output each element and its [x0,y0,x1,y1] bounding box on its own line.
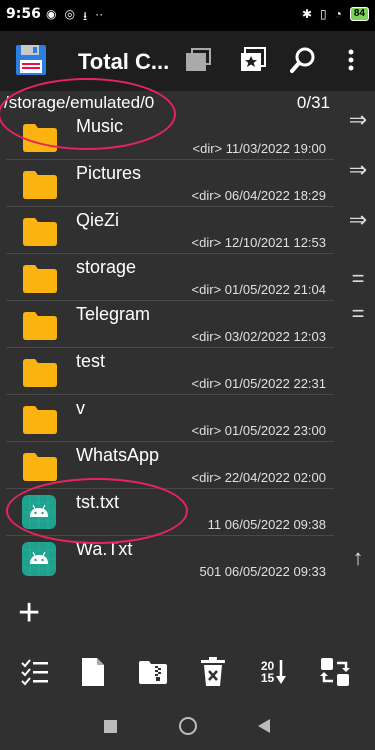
file-name: v [76,398,85,418]
file-name: storage [76,257,137,277]
folder-icon [22,403,58,435]
file-name: QieZi [76,210,120,230]
list-item[interactable]: WhatsApp <dir> 22/04/2022 02:00 [0,442,340,489]
file-meta: 501 06/05/2022 09:33 [199,564,326,579]
search-icon[interactable] [288,45,318,75]
multi-window-icon[interactable] [184,45,214,75]
equals-icon[interactable]: = [342,264,374,294]
selection-count: 0/31 [296,93,330,112]
sync-icon: ◎ [64,7,75,21]
arrow-up-icon[interactable]: ↑ [342,543,374,573]
arrow-right-icon[interactable]: ⇒ [342,155,374,185]
arrow-right-icon[interactable]: ⇒ [342,105,374,135]
file-meta: <dir> 01/05/2022 22:31 [191,376,326,391]
list-item[interactable]: test <dir> 01/05/2022 22:31 [0,348,340,395]
list-item[interactable]: tst.txt 11 06/05/2022 09:38 [0,489,340,536]
back-icon[interactable] [250,712,278,740]
battery-indicator: 84 [349,7,369,21]
list-item[interactable]: Music <dir> 11/03/2022 19:00 [0,113,340,160]
list-item[interactable]: QieZi <dir> 12/10/2021 12:53 [0,207,340,254]
file-name: Wa.Txt [76,539,133,559]
checklist-icon[interactable] [18,655,52,689]
file-meta: <dir> 11/03/2022 19:00 [192,141,327,156]
file-name: tst.txt [76,492,120,512]
file-meta: <dir> 03/02/2022 12:03 [191,329,326,344]
system-icons: ✱ ▯ ◔ 84 [302,7,369,21]
add-button[interactable]: + [18,593,40,633]
notification-icons: ◉ ◎ ⭳ ·· [46,7,103,28]
ring-icon: ◉ [46,7,57,21]
app-title: Total C... [78,49,170,74]
file-meta: <dir> 06/04/2022 18:29 [191,188,326,203]
sort-date-labels: 20 15 [261,660,274,684]
list-item[interactable]: v <dir> 01/05/2022 23:00 [0,395,340,442]
arrow-right-icon[interactable]: ⇒ [342,205,374,235]
file-meta: <dir> 01/05/2022 23:00 [191,423,326,438]
list-item[interactable]: Telegram <dir> 03/02/2022 12:03 [0,301,340,348]
new-file-icon[interactable] [76,655,110,689]
file-name: WhatsApp [76,445,160,465]
folder-icon [22,121,58,153]
zip-archive-icon[interactable] [136,655,170,689]
folder-icon [22,262,58,294]
path-bar[interactable]: /storage/emulated/0 0/31 [0,91,340,113]
top-toolbar: Total C... [0,31,375,91]
more-vert-icon[interactable] [336,45,366,75]
android-navigation-bar [0,698,375,750]
bottom-toolbar: 20 15 [0,643,375,698]
file-meta: 11 06/05/2022 09:38 [207,517,326,532]
swap-panels-icon[interactable] [318,655,352,689]
current-path[interactable]: /storage/emulated/0 [4,93,154,113]
status-time: 9:56 [6,6,41,22]
folder-icon [22,309,58,341]
home-icon[interactable] [174,712,202,740]
file-list: Music <dir> 11/03/2022 19:00 Pictures <d… [0,113,340,583]
recents-icon[interactable] [96,712,124,740]
status-bar: 9:56 ◉ ◎ ⭳ ·· ✱ ▯ ◔ 84 [0,0,375,30]
folder-icon [22,356,58,388]
add-area: + [0,583,375,643]
bookmark-star-icon[interactable] [238,45,268,75]
android-file-icon [22,542,56,576]
bluetooth-icon: ✱ [301,7,313,21]
vibrate-icon: ▯ [320,7,327,21]
recents-square [103,719,117,733]
sort-label-bottom: 15 [260,671,275,685]
file-name: Pictures [76,163,142,183]
home-circle [179,717,197,735]
side-button-column: ⇒ ⇒ ⇒ = = ↑ [340,91,375,583]
folder-icon [22,450,58,482]
floppy-disk-icon[interactable] [14,43,48,77]
download-icon: ⭳ [82,9,88,23]
folder-icon [22,168,58,200]
file-meta: <dir> 22/04/2022 02:00 [191,470,326,485]
list-item[interactable]: Wa.Txt 501 06/05/2022 09:33 [0,536,340,583]
android-file-icon [22,495,56,529]
file-meta: <dir> 01/05/2022 21:04 [191,282,326,297]
list-item[interactable]: Pictures <dir> 06/04/2022 18:29 [0,160,340,207]
folder-icon [22,215,58,247]
delete-icon[interactable] [196,655,230,689]
wifi-icon: ◔ [334,7,342,21]
file-name: Music [76,116,124,136]
file-name: test [76,351,106,371]
file-name: Telegram [76,304,151,324]
file-meta: <dir> 12/10/2021 12:53 [191,235,326,250]
more-dots-icon: ·· [95,7,104,21]
list-item[interactable]: storage <dir> 01/05/2022 21:04 [0,254,340,301]
equals-icon[interactable]: = [342,299,374,329]
sort-by-date-icon[interactable]: 20 15 [254,655,294,689]
